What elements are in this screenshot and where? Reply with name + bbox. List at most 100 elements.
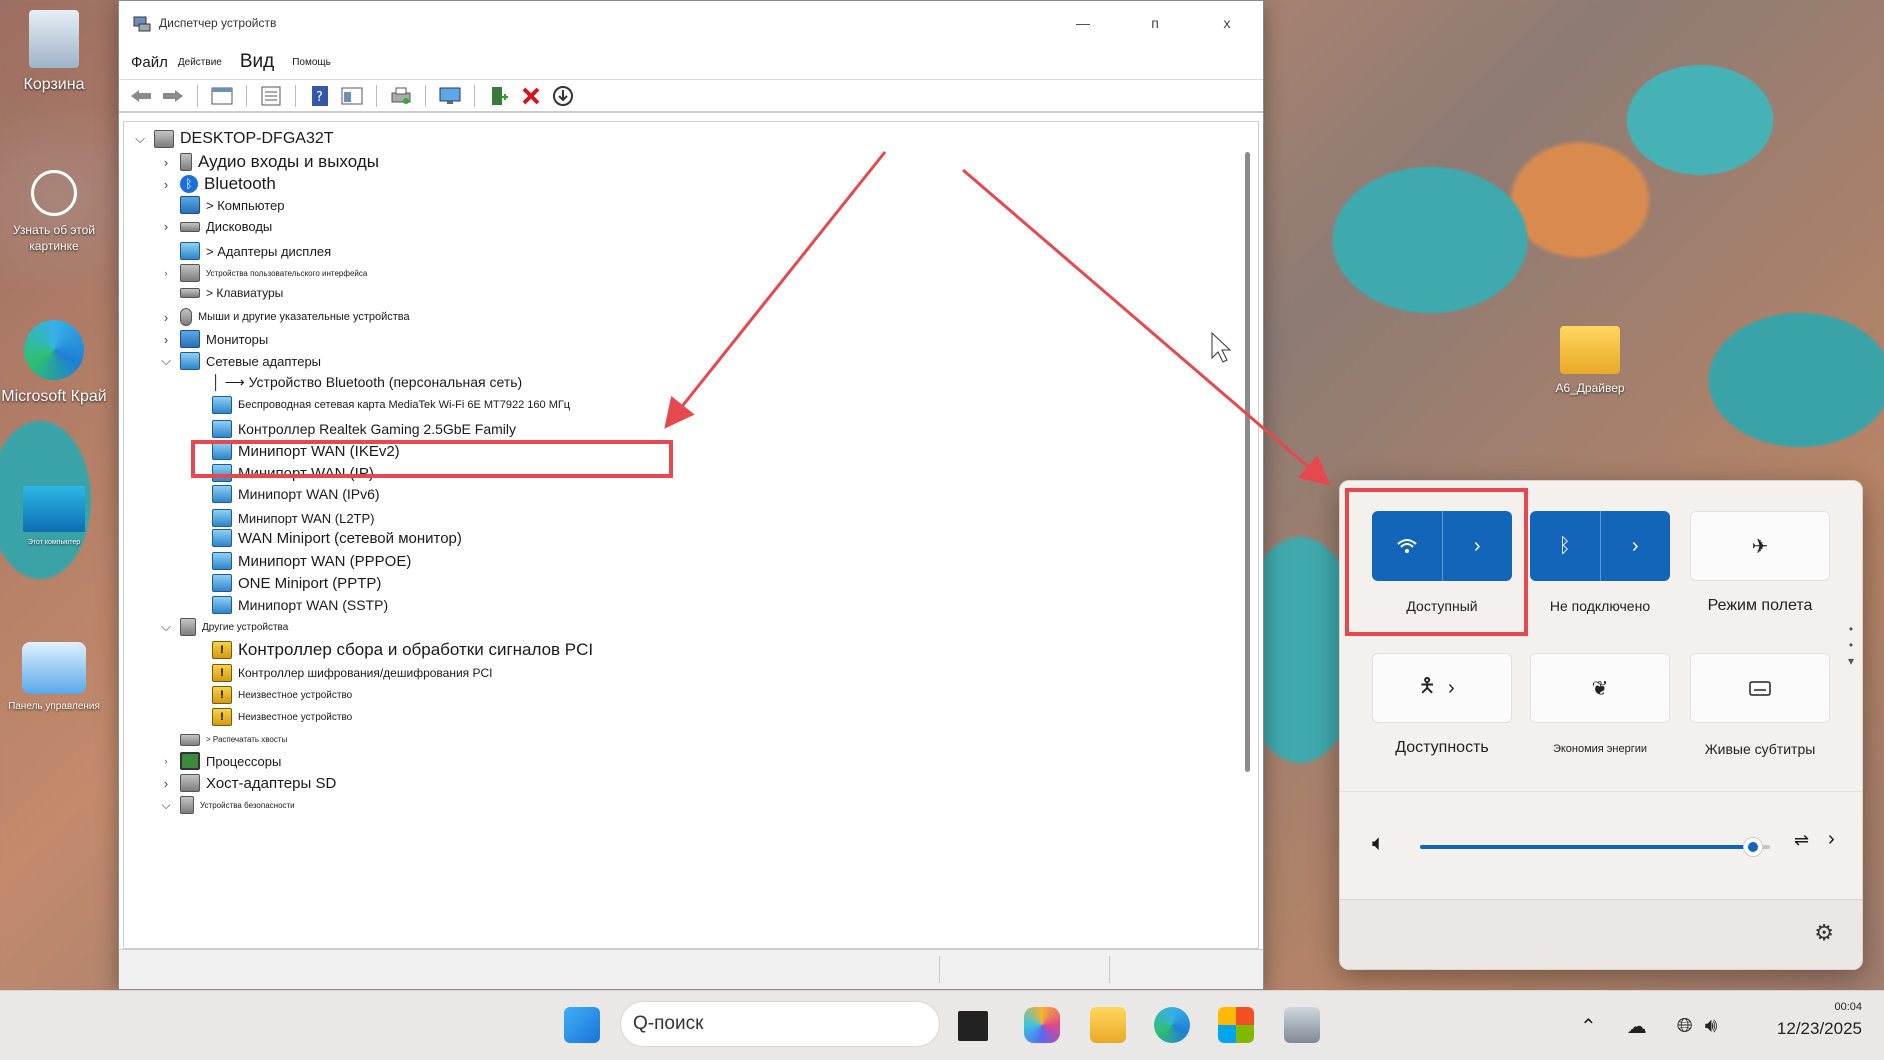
computer-icon	[180, 196, 200, 214]
volume-slider[interactable]	[1420, 837, 1770, 857]
chevron-right-icon[interactable]: ›	[158, 177, 174, 192]
menu-view[interactable]: Вид	[240, 51, 274, 73]
chevron-down-icon[interactable]: ⌵	[158, 353, 174, 369]
network-globe-icon[interactable]: 🌐︎	[1677, 1015, 1693, 1038]
chevron-right-icon[interactable]: ›	[158, 776, 174, 791]
desktop-icon-this-pc[interactable]: Этот компьютер	[0, 486, 108, 547]
clock[interactable]: 00:04 12/23/2025	[1777, 1001, 1862, 1039]
vertical-scrollbar[interactable]	[1245, 152, 1250, 772]
tree-label: Контроллер шифрования/дешифрования PCI	[238, 666, 493, 680]
tree-item-realtek[interactable]: Контроллер Realtek Gaming 2.5GbE Family	[212, 420, 516, 438]
chevron-right-icon[interactable]: ›	[158, 332, 174, 347]
tree-item-bt-pan[interactable]: │ ⟶ Устройство Bluetooth (персональная с…	[212, 374, 522, 391]
tree-node-display[interactable]: › > Адаптеры дисплея	[158, 242, 331, 260]
tree-item-pci-crypto[interactable]: ! Контроллер шифрования/дешифрования PCI	[212, 664, 493, 682]
network-adapter-icon	[212, 396, 232, 414]
chevron-right-icon[interactable]: ›	[1442, 654, 1511, 722]
volume-thumb[interactable]	[1742, 837, 1763, 857]
minimize-button[interactable]: —	[1047, 1, 1119, 45]
delete-icon[interactable]	[517, 83, 545, 109]
tree-node-print-queues[interactable]: › > Распечатать хвосты	[158, 732, 287, 747]
tree-item-unknown-2[interactable]: ! Неизвестное устройство	[212, 708, 352, 726]
tree-node-security[interactable]: ⌵ Устройства безопасности	[158, 796, 295, 814]
edge-icon[interactable]	[1154, 1007, 1190, 1043]
tree-item-wan-netmon[interactable]: WAN Miniport (сетевой монитор)	[212, 529, 462, 547]
chevron-down-icon[interactable]: ⌵	[158, 798, 174, 813]
search-box[interactable]: Q-поиск	[620, 1001, 940, 1047]
desktop-icon-a6-driver[interactable]: A6_Драйвер	[1540, 326, 1640, 396]
chevron-right-icon[interactable]: ›	[158, 155, 174, 170]
list-icon[interactable]	[257, 83, 285, 109]
airplane-toggle[interactable]: ✈	[1690, 511, 1830, 581]
title-bar[interactable]: Диспетчер устройств — п x	[119, 1, 1263, 45]
chevron-right-icon[interactable]: ›	[158, 756, 174, 766]
tree-node-monitors[interactable]: › Мониторы	[158, 330, 268, 348]
speaker-icon[interactable]: 🔈︎	[1372, 830, 1385, 856]
tree-node-mice[interactable]: › Мыши и другие указательные устройства	[158, 308, 410, 326]
tree-node-disks[interactable]: › Дисководы	[158, 219, 272, 234]
volume-icon[interactable]: 🔊︎	[1705, 1015, 1718, 1038]
settings-gear-icon[interactable]: ⚙	[1814, 920, 1834, 946]
back-icon[interactable]	[127, 83, 155, 109]
device-manager-taskbar-icon[interactable]	[1284, 1007, 1320, 1043]
tree-node-bluetooth[interactable]: › ᛒ Bluetooth	[158, 174, 276, 194]
chevron-down-icon[interactable]: ⌵	[132, 131, 148, 147]
desktop-icon-edge[interactable]: Microsoft Край	[0, 320, 108, 408]
menu-file[interactable]: Файл	[131, 54, 168, 71]
tree-item-wan-pppoe[interactable]: Минипорт WAN (PPPOE)	[212, 552, 411, 570]
tree-node-keyboards[interactable]: › > Клавиатуры	[158, 285, 283, 300]
forward-icon[interactable]	[159, 83, 187, 109]
tree-item-unknown-1[interactable]: ! Неизвестное устройство	[212, 686, 352, 704]
add-driver-icon[interactable]	[485, 83, 513, 109]
monitor-icon[interactable]	[436, 83, 464, 109]
tree-node-computer[interactable]: › > Компьютер	[158, 196, 285, 214]
live-captions-toggle[interactable]	[1690, 653, 1830, 723]
tree-item-pci-signal[interactable]: ! Контроллер сбора и обработки сигналов …	[212, 640, 593, 660]
chevron-right-icon[interactable]: ›	[158, 310, 174, 325]
tree-item-wan-ipv6[interactable]: Минипорт WAN (IPv6)	[212, 485, 380, 503]
tree-node-hid[interactable]: › Устройства пользовательского интерфейс…	[158, 264, 367, 282]
accessibility-toggle[interactable]: 🯅 ›	[1372, 653, 1512, 723]
tree-node-network[interactable]: ⌵ Сетевые адаптеры	[158, 352, 321, 370]
chevron-down-icon[interactable]: ⌵	[158, 619, 174, 635]
details-icon[interactable]	[338, 83, 366, 109]
tree-item-wan-pptp[interactable]: ONE Miniport (PPTP)	[212, 574, 381, 592]
desktop-icon-recycle-bin[interactable]: Корзина	[0, 10, 108, 96]
tree-item-wan-sstp[interactable]: Минипорт WAN (SSTP)	[212, 596, 388, 614]
tree-node-other[interactable]: ⌵ Другие устройства	[158, 618, 288, 636]
desktop-icon-control-panel[interactable]: Панель управления	[0, 642, 108, 714]
menu-help[interactable]: Помощь	[292, 57, 331, 68]
properties-icon[interactable]	[208, 83, 236, 109]
download-icon[interactable]	[549, 83, 577, 109]
onedrive-cloud-icon[interactable]: ☁	[1627, 1014, 1647, 1039]
print-icon[interactable]	[387, 83, 415, 109]
tree-item-mediatek-wifi[interactable]: Беспроводная сетевая карта MediaTek Wi-F…	[212, 396, 570, 414]
page-dots[interactable]: • • ▾	[1846, 621, 1856, 669]
desktop-icon-learn-picture[interactable]: Узнать об этой картинке	[0, 170, 108, 254]
menu-action[interactable]: Действие	[178, 57, 222, 68]
microsoft-store-icon[interactable]	[1218, 1007, 1254, 1043]
maximize-button[interactable]: п	[1119, 1, 1191, 45]
accessibility-icon: 🯅	[1418, 675, 1436, 697]
tree-label: Неизвестное устройство	[238, 711, 353, 723]
chevron-right-icon[interactable]: ›	[1828, 828, 1835, 851]
copilot-icon[interactable]	[1024, 1007, 1060, 1043]
chevron-right-icon[interactable]: ›	[158, 219, 174, 234]
tree-node-processors[interactable]: › Процессоры	[158, 752, 281, 770]
tree-node-sd[interactable]: › Хост-адаптеры SD	[158, 774, 336, 792]
chevron-right-icon[interactable]: ›	[158, 268, 174, 278]
tree-item-wan-l2tp[interactable]: Минипорт WAN (L2TP)	[212, 509, 375, 527]
file-explorer-icon[interactable]	[1090, 1007, 1126, 1043]
close-button[interactable]: x	[1191, 1, 1263, 45]
bluetooth-icon[interactable]: ᛒ	[1530, 511, 1600, 581]
help-icon[interactable]: ?	[306, 83, 334, 109]
chevron-right-icon[interactable]: ›	[1599, 511, 1671, 581]
tree-node-audio[interactable]: › Аудио входы и выходы	[158, 152, 379, 172]
task-view-icon[interactable]	[958, 1011, 988, 1041]
tree-root[interactable]: ⌵ DESKTOP-DFGA32T	[132, 130, 334, 148]
show-hidden-icons-chevron-up-icon[interactable]: ⌃	[1580, 1014, 1597, 1039]
start-windows-icon[interactable]	[564, 1007, 600, 1043]
audio-output-icon[interactable]: ⇌	[1794, 830, 1809, 851]
energy-saver-toggle[interactable]: ❦	[1530, 653, 1670, 723]
bluetooth-toggle[interactable]: ᛒ ›	[1530, 511, 1670, 581]
